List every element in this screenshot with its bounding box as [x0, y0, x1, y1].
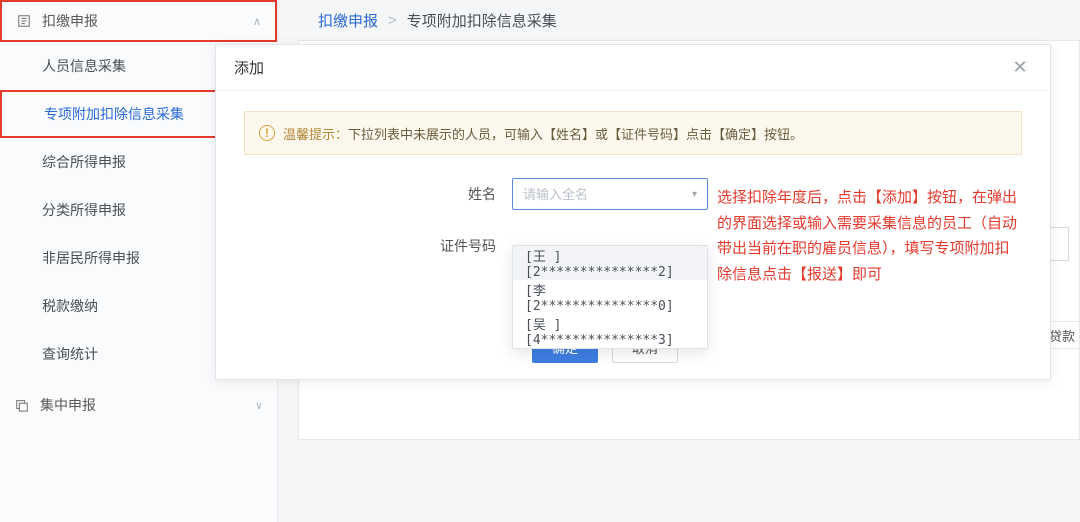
- menu-group-label: 集中申报: [40, 395, 96, 415]
- tip-text: 下拉列表中未展示的人员，可输入【姓名】或【证件号码】点击【确定】按钮。: [348, 124, 803, 143]
- dropdown-option[interactable]: [王 ][2***************2]: [513, 246, 707, 280]
- breadcrumb: 扣缴申报 > 专项附加扣除信息采集: [298, 0, 1080, 40]
- sidebar-item-label: 人员信息采集: [42, 56, 126, 76]
- close-icon[interactable]: ✕: [1008, 56, 1032, 80]
- sidebar-item-label: 专项附加扣除信息采集: [44, 104, 184, 124]
- sidebar-item-label: 综合所得申报: [42, 152, 126, 172]
- sidebar-item-label: 查询统计: [42, 344, 98, 364]
- sidebar-item-label: 分类所得申报: [42, 200, 126, 220]
- menu-group-label: 扣缴申报: [42, 11, 98, 31]
- name-input[interactable]: [523, 187, 692, 202]
- id-label: 证件号码: [426, 236, 496, 256]
- stack-icon: [14, 397, 30, 413]
- breadcrumb-separator: >: [388, 12, 397, 29]
- info-icon: !: [259, 125, 275, 141]
- modal-header: 添加 ✕: [216, 45, 1050, 91]
- tip-bar: ! 温馨提示： 下拉列表中未展示的人员，可输入【姓名】或【证件号码】点击【确定】…: [244, 111, 1022, 155]
- chevron-up-icon: ∧: [253, 15, 261, 28]
- name-label: 姓名: [426, 184, 496, 204]
- name-combobox[interactable]: ▾: [512, 178, 708, 210]
- dropdown-option[interactable]: [吴 ][4***************3]: [513, 314, 707, 348]
- breadcrumb-current: 专项附加扣除信息采集: [407, 10, 557, 31]
- sidebar-item-label: 税款缴纳: [42, 296, 98, 316]
- tip-prefix: 温馨提示：: [283, 124, 348, 143]
- dropdown-option[interactable]: [李 [2***************0]: [513, 280, 707, 314]
- menu-group-batch-declare[interactable]: 集中申报 ∨: [0, 384, 277, 426]
- sidebar-item-label: 非居民所得申报: [42, 248, 140, 268]
- menu-group-withholding[interactable]: 扣缴申报 ∧: [0, 0, 277, 42]
- chevron-down-icon: ▾: [692, 189, 697, 200]
- breadcrumb-link[interactable]: 扣缴申报: [318, 10, 378, 31]
- chevron-down-icon: ∨: [255, 399, 263, 412]
- instruction-annotation: 选择扣除年度后，点击【添加】按钮，在弹出的界面选择或输入需要采集信息的员工（自动…: [717, 186, 1021, 288]
- modal-title-text: 添加: [234, 57, 264, 78]
- form-icon: [16, 13, 32, 29]
- name-dropdown: [王 ][2***************2] [李 [2***********…: [512, 245, 708, 349]
